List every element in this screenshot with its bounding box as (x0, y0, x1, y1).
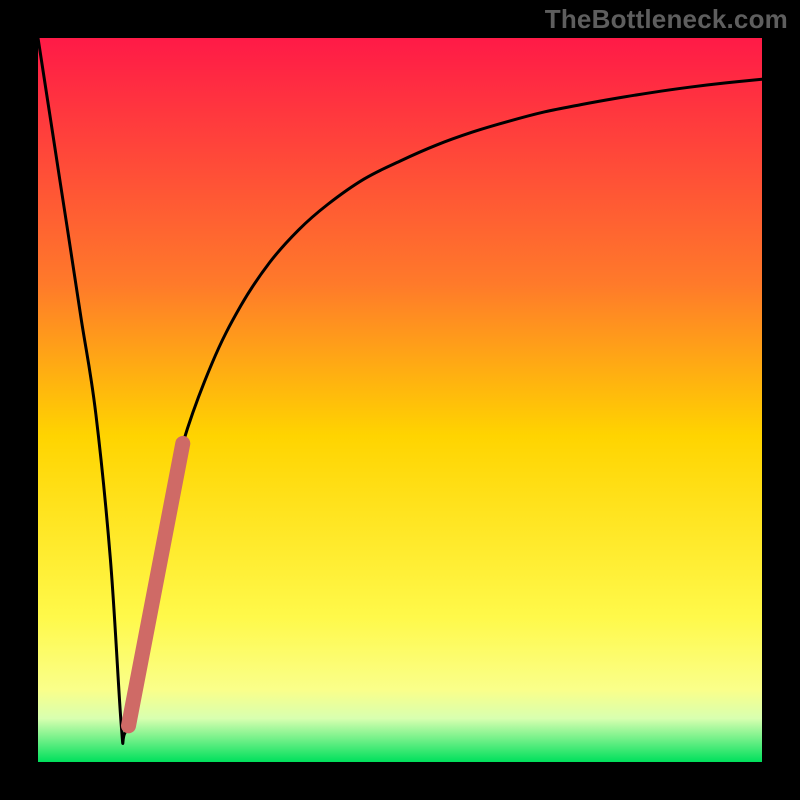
plot-area (38, 38, 762, 762)
chart-frame: TheBottleneck.com (0, 0, 800, 800)
chart-svg (38, 38, 762, 762)
watermark-text: TheBottleneck.com (545, 4, 788, 35)
